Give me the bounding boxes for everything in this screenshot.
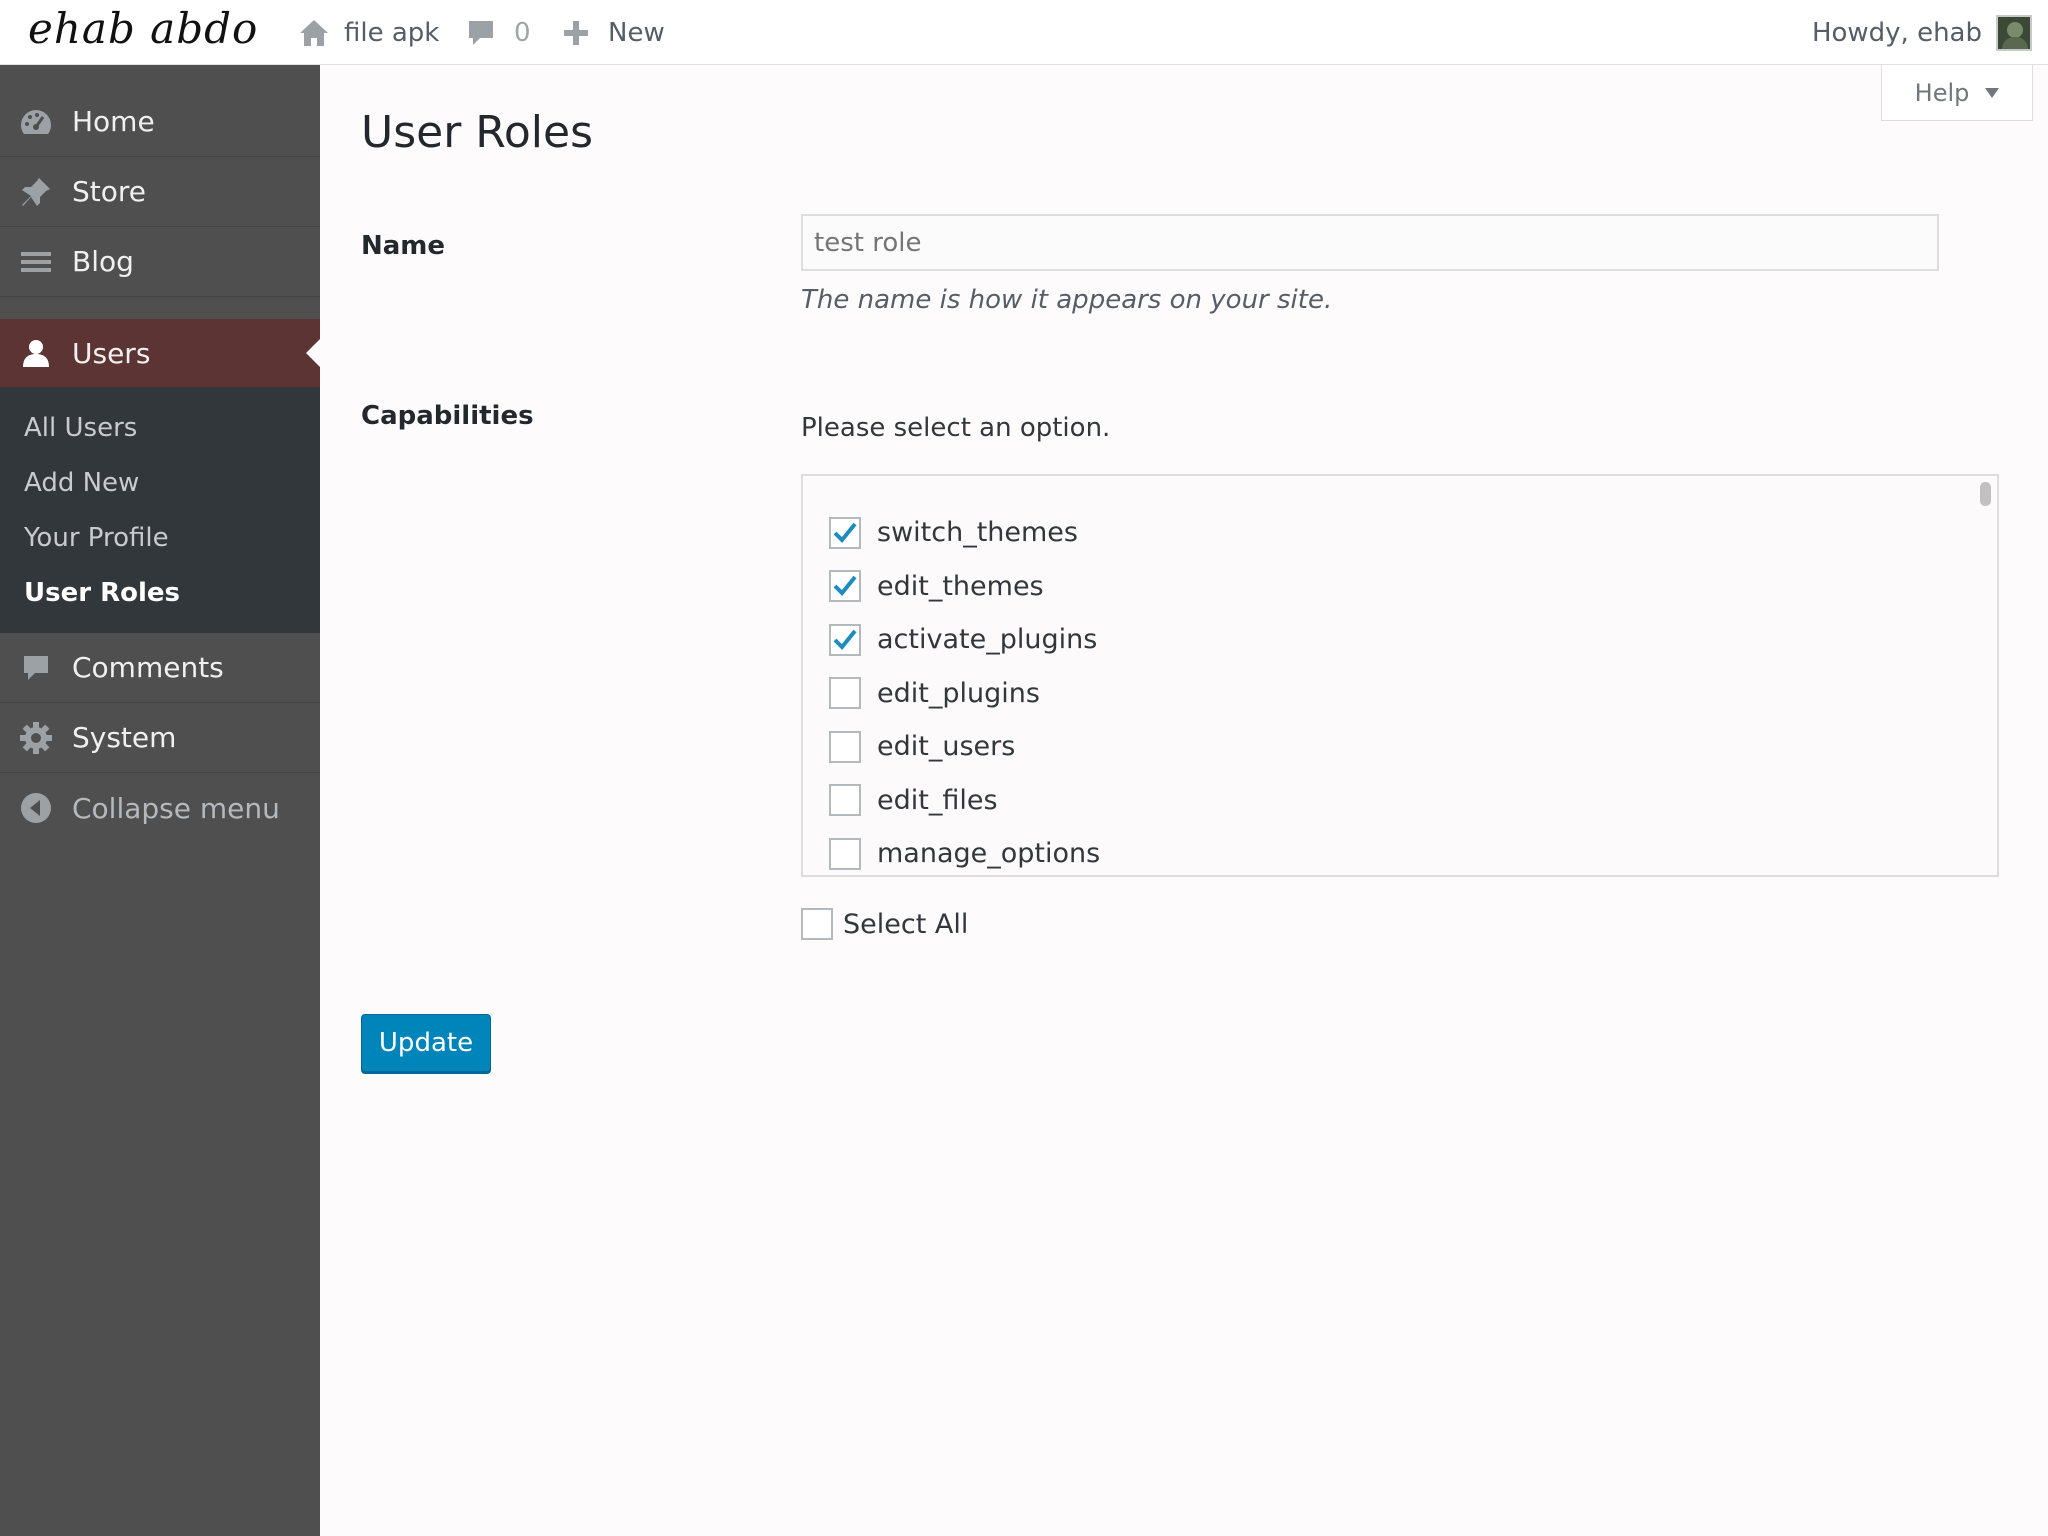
capability-row[interactable]: edit_users [829,720,1100,774]
select-all-option[interactable]: Select All [801,908,968,940]
scrollbar-thumb[interactable] [1980,482,1991,506]
capability-label: edit_themes [877,570,1044,602]
help-tab-button[interactable]: Help [1881,65,2033,121]
comments-count: 0 [514,17,531,48]
collapse-arrow-icon [0,773,72,843]
plus-icon [562,19,590,47]
update-button[interactable]: Update [361,1014,491,1072]
sidebar-item-label: System [72,721,177,754]
submenu-add-new[interactable]: Add New [0,456,320,511]
new-label: New [608,17,665,48]
submenu-your-profile[interactable]: Your Profile [0,511,320,566]
capability-row[interactable]: activate_plugins [829,613,1100,667]
user-icon [0,318,72,388]
home-icon [298,18,330,48]
capability-checkbox[interactable] [829,516,861,549]
name-field-label: Name [361,231,446,261]
sidebar-item-label: Store [72,175,147,208]
sidebar-item-home[interactable]: Home [0,87,320,157]
checkmark-icon [833,522,857,543]
sidebar-item-label: Comments [72,651,224,684]
checkmark-icon [833,629,857,650]
admin-sidebar: Home Store Blog Users All Users Add New … [0,65,320,1536]
capabilities-list: switch_themes edit_themes activate_plugins… [829,506,1101,875]
capability-checkbox[interactable] [829,677,861,710]
capability-label: manage_options [877,838,1101,870]
capability-row[interactable]: edit_plugins [829,667,1100,721]
capability-row[interactable]: switch_themes [829,506,1100,560]
comments-link[interactable]: 0 [466,0,531,65]
checkmark-icon [833,575,857,597]
site-home-link[interactable]: file apk [298,0,439,65]
capability-row[interactable]: manage_options [829,827,1101,875]
capability-label: switch_themes [877,517,1078,549]
sidebar-item-label: Users [72,336,151,370]
main-content: Help User Roles Name The name is how it … [320,65,2048,1536]
capabilities-label: Capabilities [361,401,534,431]
sidebar-item-system[interactable]: System [0,703,320,773]
howdy-text: Howdy, ehab [1811,17,1982,48]
sidebar-item-comments[interactable]: Comments [0,633,320,703]
collapse-menu-label: Collapse menu [72,791,280,825]
capability-checkbox[interactable] [829,837,861,870]
site-logo[interactable]: ehab abdo [28,4,258,53]
capabilities-list-box[interactable]: switch_themes edit_themes activate_plugins… [801,474,1999,877]
page-title: User Roles [361,107,594,158]
capability-checkbox[interactable] [829,784,861,817]
pin-icon [0,157,72,227]
select-all-checkbox[interactable] [801,908,833,940]
submenu-user-roles[interactable]: User Roles [0,566,320,621]
help-label: Help [1914,78,1970,107]
capability-checkbox[interactable] [829,623,861,656]
users-submenu: All Users Add New Your Profile User Role… [0,387,320,633]
menu-lines-icon [0,227,72,297]
collapse-menu-button[interactable]: Collapse menu [0,773,320,843]
capability-row[interactable]: edit_themes [829,560,1100,614]
site-home-label: file apk [344,17,440,48]
capability-label: edit_users [877,731,1016,763]
capability-checkbox[interactable] [829,570,861,603]
role-name-input[interactable] [801,214,1939,271]
dashboard-icon [0,87,72,157]
capability-label: activate_plugins [877,624,1098,656]
sidebar-item-blog[interactable]: Blog [0,227,320,297]
submenu-all-users[interactable]: All Users [0,401,320,456]
sidebar-item-label: Blog [72,245,134,278]
sidebar-item-store[interactable]: Store [0,157,320,227]
name-description: The name is how it appears on your site. [801,285,1333,315]
caret-down-icon [1985,87,2000,98]
capability-checkbox[interactable] [829,730,861,763]
new-content-link[interactable]: New [562,0,665,65]
account-menu[interactable]: Howdy, ehab [1812,0,2032,65]
comment-icon [0,633,72,703]
select-all-label: Select All [843,908,969,940]
sidebar-item-label: Home [72,105,155,138]
capability-row[interactable]: edit_files [829,774,1100,828]
sidebar-item-users[interactable]: Users [0,319,320,387]
capability-label: edit_plugins [877,677,1040,709]
comment-icon [466,18,496,48]
capabilities-prompt: Please select an option. [801,413,1111,443]
admin-bar: ehab abdo file apk 0 New Howdy, ehab [0,0,2048,65]
capability-label: edit_files [877,784,998,816]
avatar [1996,14,2032,51]
gear-icon [0,703,72,773]
